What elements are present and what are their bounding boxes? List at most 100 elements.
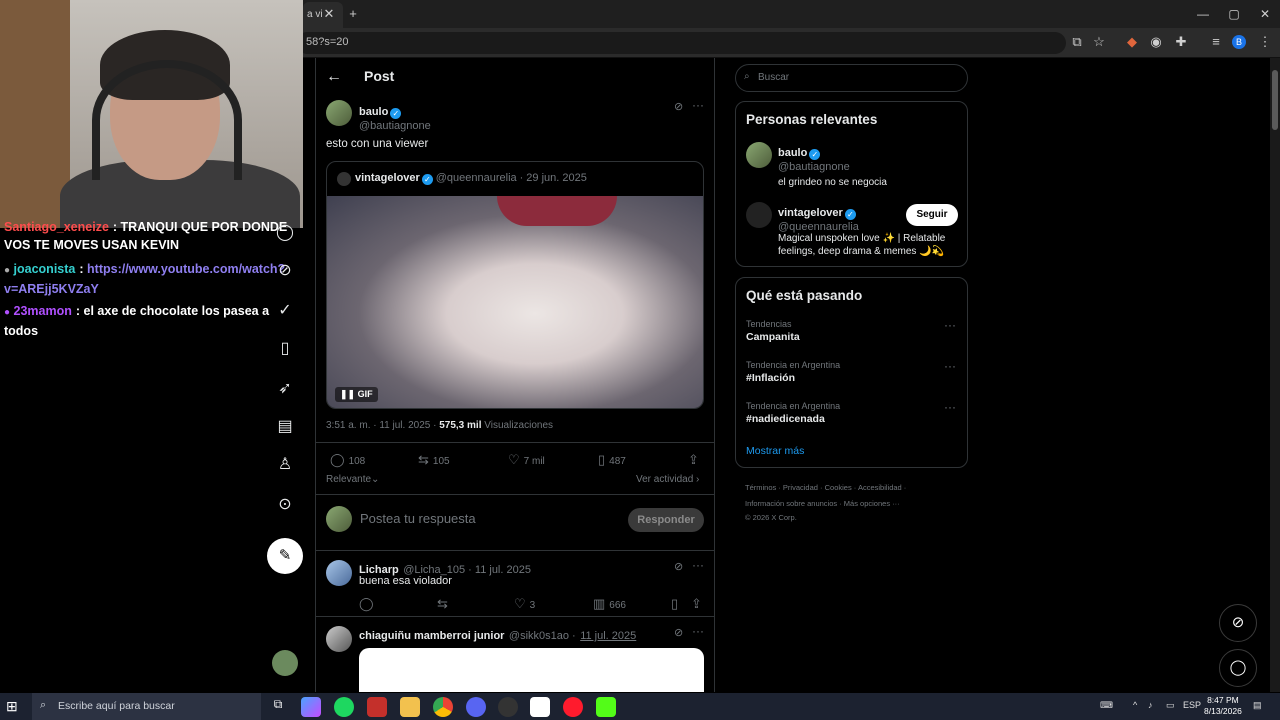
taskbar-search[interactable]: ⌕ Escribe aquí para buscar xyxy=(32,693,261,720)
views-action[interactable]: ▥ 666 xyxy=(593,596,626,612)
close-tab-icon[interactable]: ✕ xyxy=(320,5,338,23)
more-options-icon[interactable]: ··· xyxy=(692,624,704,638)
spotify-icon[interactable] xyxy=(334,697,354,717)
new-tab-icon[interactable]: + xyxy=(344,5,362,23)
app-icon[interactable] xyxy=(498,697,518,717)
reply-avatar[interactable] xyxy=(326,560,352,586)
person-name[interactable]: baulo xyxy=(778,147,807,159)
articles-icon[interactable]: ▤ xyxy=(274,416,296,438)
reply-avatar[interactable] xyxy=(326,626,352,652)
extension-icon-2[interactable]: ◉ xyxy=(1147,33,1165,51)
opera-icon[interactable] xyxy=(563,697,583,717)
media-icon[interactable]: ≡ xyxy=(1207,33,1225,51)
discord-icon[interactable] xyxy=(466,697,486,717)
bookmark-action[interactable]: ▯ xyxy=(671,596,682,612)
url-field[interactable]: 58?s=20 xyxy=(296,32,1066,54)
footer-links[interactable]: Términos · Privacidad · Cookies · Accesi… xyxy=(745,483,906,492)
notifications-icon[interactable]: ▤ xyxy=(1253,700,1262,711)
grok-fab-icon[interactable]: ⊘ xyxy=(1219,604,1257,642)
tray-chevron-icon[interactable]: ^ xyxy=(1133,700,1137,710)
sort-dropdown[interactable]: Relevante xyxy=(326,474,371,485)
copilot-icon[interactable] xyxy=(301,697,321,717)
keyboard-icon[interactable]: ⌨ xyxy=(1100,700,1113,711)
share-action[interactable]: ⇪ xyxy=(688,452,703,468)
kick-icon[interactable] xyxy=(596,697,616,717)
bookmark-action[interactable]: ▯ 487 xyxy=(598,452,626,468)
page-scrollbar[interactable] xyxy=(1270,58,1280,692)
cast-icon[interactable]: ⧉ xyxy=(1068,33,1086,51)
back-arrow-icon[interactable]: ← xyxy=(326,68,342,86)
extension-icon[interactable]: ◆ xyxy=(1123,33,1141,51)
rocket-icon[interactable]: ➶ xyxy=(274,378,296,400)
reply-action[interactable]: ◯ xyxy=(359,596,378,612)
grok-icon[interactable]: ⊘ xyxy=(674,100,683,113)
task-view-icon[interactable]: ⧉ xyxy=(268,697,288,717)
reply-date[interactable]: 11 jul. 2025 xyxy=(580,630,636,642)
person-avatar[interactable] xyxy=(746,202,772,228)
repost-action[interactable]: ⇆ xyxy=(437,596,452,612)
more-options-icon[interactable]: ··· xyxy=(944,318,956,332)
bookmark-star-icon[interactable]: ☆ xyxy=(1090,33,1108,51)
restore-button[interactable]: ▢ xyxy=(1221,4,1247,24)
chat-bubble-icon[interactable]: ◯ xyxy=(274,222,296,244)
author-name[interactable]: baulo xyxy=(359,106,388,118)
profile-avatar-icon[interactable]: B xyxy=(1232,35,1246,49)
reply-author-name[interactable]: chiaguiñu mamberroi junior xyxy=(359,630,504,642)
network-icon[interactable]: ▭ xyxy=(1166,700,1175,711)
search-input[interactable]: ⌕ Buscar xyxy=(735,64,968,92)
menu-kebab-icon[interactable]: ⋮ xyxy=(1256,33,1274,51)
person-name[interactable]: vintagelover xyxy=(778,207,843,219)
trend-item[interactable]: Campanita xyxy=(746,331,800,343)
share-action[interactable]: ⇪ xyxy=(691,596,706,612)
reply-input[interactable]: Postea tu respuesta xyxy=(360,511,476,526)
grok-icon[interactable]: ⊘ xyxy=(674,626,683,639)
follow-button[interactable]: Seguir xyxy=(906,204,958,226)
clock[interactable]: 8:47 PM 8/13/2026 xyxy=(1204,695,1242,717)
reply-action[interactable]: ◯ 108 xyxy=(330,452,365,468)
chrome-icon[interactable] xyxy=(433,697,453,717)
more-options-icon[interactable]: ··· xyxy=(944,359,956,373)
app-icon[interactable] xyxy=(530,697,550,717)
profile-icon[interactable]: ♙ xyxy=(274,454,296,476)
grok-icon[interactable]: ⊘ xyxy=(674,560,683,573)
repost-action[interactable]: ⇆ 105 xyxy=(418,452,450,468)
file-explorer-icon[interactable] xyxy=(400,697,420,717)
person-avatar[interactable] xyxy=(746,142,772,168)
author-avatar[interactable] xyxy=(326,100,352,126)
puzzle-icon[interactable]: ✚ xyxy=(1172,33,1190,51)
language-indicator[interactable]: ESP xyxy=(1183,700,1201,710)
windows-start-icon[interactable]: ⊞ xyxy=(6,698,18,715)
like-action[interactable]: ♡ 7 mil xyxy=(508,452,545,468)
reply-author-handle[interactable]: @sikk0s1ao · xyxy=(509,630,576,642)
more-icon[interactable]: ⊙ xyxy=(274,494,296,516)
volume-icon[interactable]: ♪ xyxy=(1148,700,1153,710)
minimize-button[interactable]: — xyxy=(1190,4,1216,24)
grok-icon[interactable]: ⊘ xyxy=(274,260,296,282)
like-action[interactable]: ♡ 3 xyxy=(514,596,535,612)
account-avatar[interactable] xyxy=(272,650,298,676)
reply-image[interactable] xyxy=(359,648,704,692)
close-window-button[interactable]: ✕ xyxy=(1252,4,1278,24)
compose-post-button[interactable]: ✎ xyxy=(267,538,303,574)
person-handle[interactable]: @bautiagnone xyxy=(778,161,887,173)
x-side-nav: ◯ ⊘ ✓ ▯ ➶ ▤ ♙ ⊙ ✎ xyxy=(262,218,308,688)
app-icon[interactable] xyxy=(367,697,387,717)
trend-item[interactable]: #Inflación xyxy=(746,372,795,384)
quoted-post[interactable]: vintagelover ✓ @queennaurelia · 29 jun. 2… xyxy=(326,161,704,409)
gif-badge[interactable]: ❚❚ GIF xyxy=(335,387,378,402)
more-options-icon[interactable]: ··· xyxy=(692,558,704,572)
more-options-icon[interactable]: ··· xyxy=(944,400,956,414)
post-timestamp[interactable]: 3:51 a. m. · 11 jul. 2025 · xyxy=(326,420,439,431)
view-activity-link[interactable]: Ver actividad › xyxy=(636,474,699,485)
scrollbar-thumb[interactable] xyxy=(1272,70,1278,130)
show-more-link[interactable]: Mostrar más xyxy=(746,445,804,457)
trend-item[interactable]: #nadiedicenada xyxy=(746,413,825,425)
verified-icon[interactable]: ✓ xyxy=(274,300,296,322)
footer-links[interactable]: Información sobre anuncios · Más opcione… xyxy=(745,499,900,508)
messages-fab-icon[interactable]: ◯ xyxy=(1219,649,1257,687)
author-handle[interactable]: @bautiagnone xyxy=(359,120,431,132)
reply-button[interactable]: Responder xyxy=(628,508,704,532)
bookmarks-icon[interactable]: ▯ xyxy=(274,338,296,360)
more-options-icon[interactable]: ··· xyxy=(692,98,704,112)
gif-media[interactable]: ❚❚ GIF xyxy=(327,196,703,408)
